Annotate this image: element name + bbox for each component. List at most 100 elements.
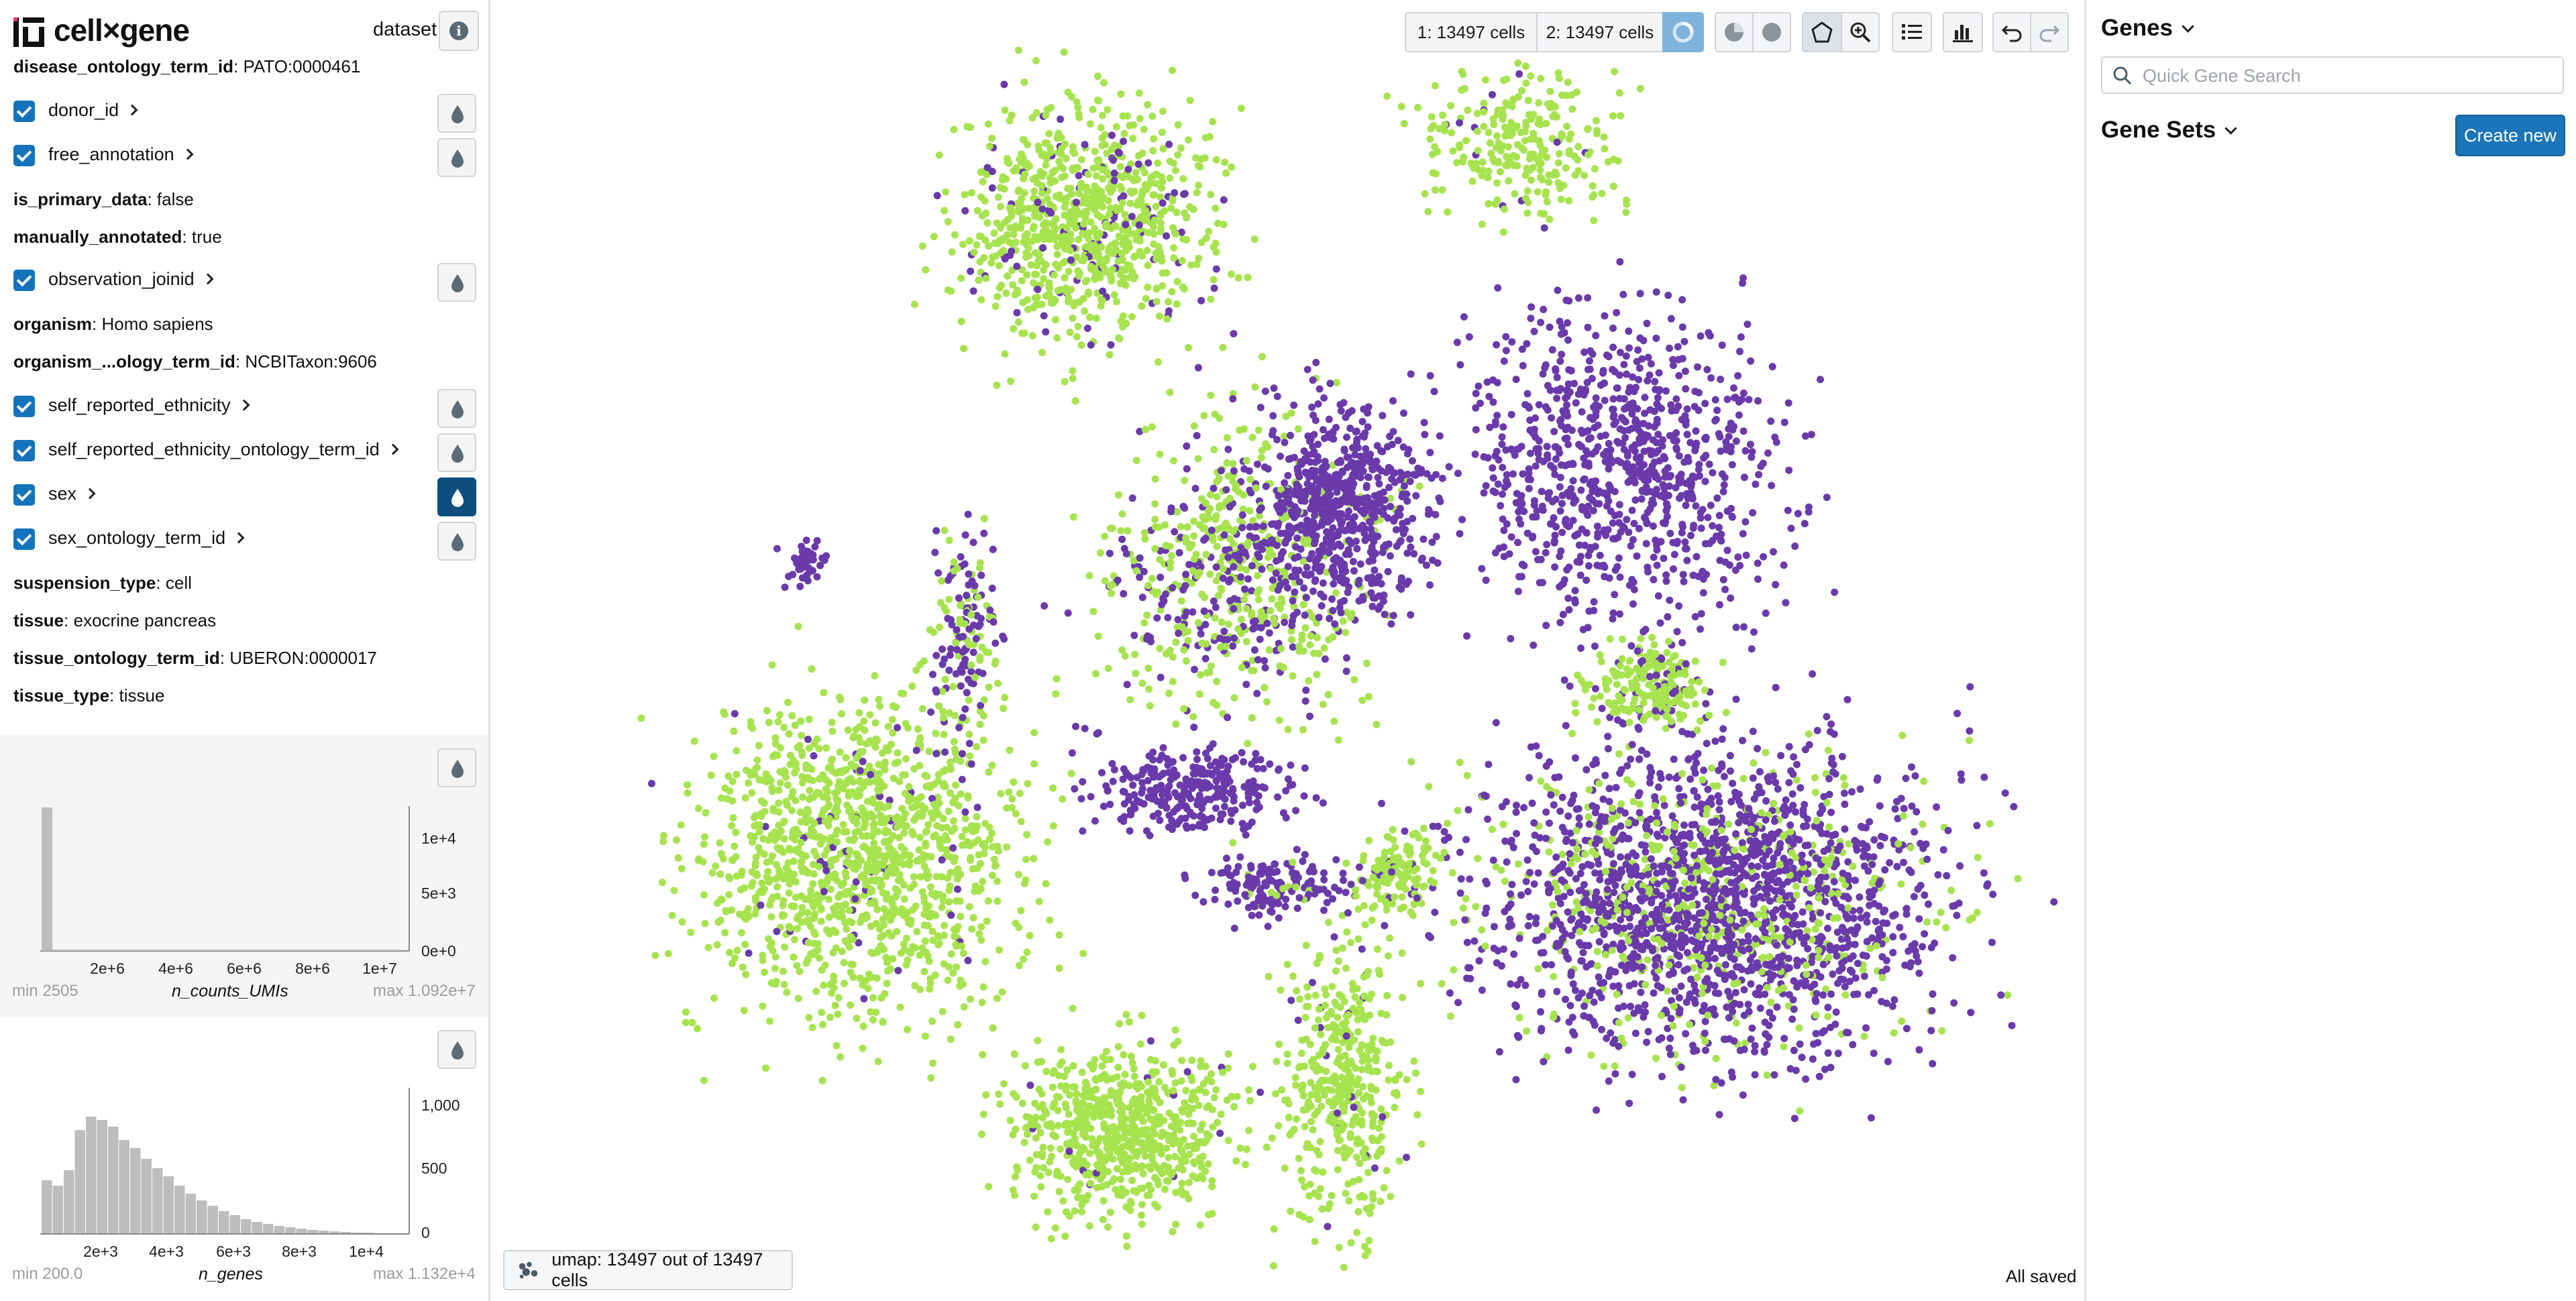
histogram-chart[interactable]: 2e+3 4e+3 6e+3 8e+3 1e+4 1,000 500 0 [0, 1017, 488, 1298]
histogram-bar [185, 1194, 196, 1234]
histogram-bar [86, 1117, 97, 1234]
undo-icon [2001, 25, 2022, 42]
droplet-icon [451, 400, 464, 418]
histogram-chart[interactable]: 2e+6 4e+6 6e+6 8e+6 1e+7 1e+4 5e+3 0e+0 [0, 735, 488, 1017]
color-by-button[interactable] [437, 94, 476, 133]
x-tick-label: 4e+3 [149, 1243, 184, 1260]
x-tick-label: 6e+6 [227, 960, 262, 977]
category-checkbox[interactable] [13, 484, 35, 506]
embedding-label: umap: 13497 out of 13497 cells [551, 1249, 763, 1290]
category-label: self_reported_ethnicity [48, 395, 231, 415]
gene-search-input[interactable] [2141, 60, 2546, 91]
color-by-button[interactable] [437, 433, 476, 472]
color-by-button[interactable] [437, 389, 476, 428]
histogram-bar [74, 1130, 85, 1234]
subset-list-button[interactable] [1892, 12, 1932, 52]
histogram-bar [42, 807, 52, 951]
category-free-annotation[interactable]: free_annotation [13, 138, 476, 177]
zoom-pan-button[interactable] [1841, 12, 1880, 52]
chevron-right-icon [182, 148, 194, 160]
color-by-button[interactable] [437, 263, 476, 302]
histogram-n-genes[interactable]: 2e+3 4e+3 6e+3 8e+3 1e+4 1,000 500 0 min… [0, 1017, 488, 1301]
spinner-icon [1672, 21, 1694, 43]
loading-spinner-button[interactable] [1662, 12, 1704, 52]
metadata-suspension-type: suspension_type: cell [13, 573, 192, 593]
histogram-min: min 2505 [12, 982, 78, 1000]
bar-chart-icon [1953, 25, 1973, 42]
category-checkbox[interactable] [13, 440, 35, 461]
chevron-right-icon [202, 273, 214, 285]
histogram-bar [42, 1180, 52, 1234]
color-by-button-active[interactable] [437, 477, 476, 516]
histogram-toggle-button[interactable] [1943, 12, 1983, 52]
chevron-down-icon [2182, 20, 2194, 33]
color-by-button[interactable] [437, 522, 476, 561]
category-label: free_annotation [48, 144, 174, 164]
histogram-variable-name: n_genes [199, 1265, 263, 1284]
histogram-bar [130, 1148, 141, 1234]
metadata-is-primary-data: is_primary_data: false [13, 189, 194, 209]
pie-chart-button[interactable] [1715, 12, 1754, 52]
selection-1-button[interactable]: 1: 13497 cells [1405, 12, 1538, 52]
category-checkbox[interactable] [13, 396, 35, 417]
redo-button[interactable] [2030, 12, 2069, 52]
metadata-manually-annotated: manually_annotated: true [13, 227, 222, 247]
histogram-bar [52, 1186, 63, 1234]
right-panel: Genes Gene Sets Create new [2084, 0, 2576, 1301]
histogram-variable-name: n_counts_UMIs [172, 982, 288, 1001]
dataset-info-button[interactable]: i [439, 11, 479, 51]
gene-sets-header[interactable]: Gene Sets [2101, 117, 2237, 144]
x-tick-label: 8e+3 [282, 1243, 317, 1260]
histogram-bar [119, 1140, 129, 1234]
droplet-icon [451, 105, 464, 123]
histogram-bar [174, 1186, 185, 1234]
cellxgene-logo-icon [13, 17, 44, 47]
category-donor-id[interactable]: donor_id [13, 94, 476, 133]
metadata-tissue: tissue: exocrine pancreas [13, 610, 217, 630]
category-checkbox[interactable] [13, 528, 35, 550]
x-tick-label: 1e+7 [362, 960, 397, 977]
histogram-bar [108, 1127, 119, 1234]
metadata-organism: organism: Homo sapiens [13, 314, 213, 334]
color-by-button[interactable] [437, 138, 476, 177]
droplet-icon [451, 150, 464, 168]
histogram-bar [163, 1176, 174, 1234]
category-observation-joinid[interactable]: observation_joinid [13, 263, 476, 302]
category-sex-ontology[interactable]: sex_ontology_term_id [13, 522, 476, 561]
category-self-reported-ethnicity[interactable]: self_reported_ethnicity [13, 389, 476, 428]
list-icon [1902, 24, 1922, 40]
x-tick-label: 2e+3 [83, 1243, 118, 1260]
y-tick-label: 1,000 [421, 1096, 460, 1114]
gene-search-field[interactable] [2101, 56, 2564, 94]
histogram-n-counts-umis[interactable]: 2e+6 4e+6 6e+6 8e+6 1e+7 1e+4 5e+3 0e+0 … [0, 735, 488, 1017]
category-checkbox[interactable] [13, 145, 35, 166]
histogram-bar [197, 1200, 207, 1234]
full-circle-button[interactable] [1752, 12, 1791, 52]
metadata-organism-ontology: organism_...ology_term_id: NCBITaxon:960… [13, 351, 377, 372]
category-checkbox[interactable] [13, 270, 35, 291]
umap-scatter-plot[interactable] [490, 0, 2084, 1301]
category-sex[interactable]: sex [13, 477, 476, 516]
genes-header[interactable]: Genes [2101, 15, 2194, 42]
histogram-bar [97, 1120, 107, 1234]
selection-2-button[interactable]: 2: 13497 cells [1536, 12, 1664, 52]
x-tick-label: 6e+3 [216, 1243, 251, 1260]
histogram-bar [263, 1224, 274, 1234]
category-checkbox[interactable] [13, 101, 35, 122]
embedding-selector-button[interactable]: umap: 13497 out of 13497 cells [503, 1249, 793, 1290]
y-tick-label: 0e+0 [421, 942, 456, 960]
embedding-icon [519, 1261, 538, 1279]
histogram-bar [52, 950, 401, 951]
x-tick-label: 8e+6 [295, 960, 330, 977]
lasso-select-button[interactable] [1802, 12, 1842, 52]
chevron-right-icon [84, 488, 96, 500]
histogram-bar [141, 1159, 152, 1234]
histogram-bar [219, 1211, 229, 1234]
undo-button[interactable] [1992, 12, 2031, 52]
category-self-reported-ethnicity-ontology[interactable]: self_reported_ethnicity_ontology_term_id [13, 433, 476, 472]
category-label: sex [48, 484, 77, 504]
metadata-tissue-ontology: tissue_ontology_term_id: UBERON:0000017 [13, 648, 377, 668]
zoom-in-icon [1850, 22, 1871, 43]
create-new-gene-set-button[interactable]: Create new [2455, 115, 2565, 156]
y-tick-label: 5e+3 [421, 885, 456, 902]
